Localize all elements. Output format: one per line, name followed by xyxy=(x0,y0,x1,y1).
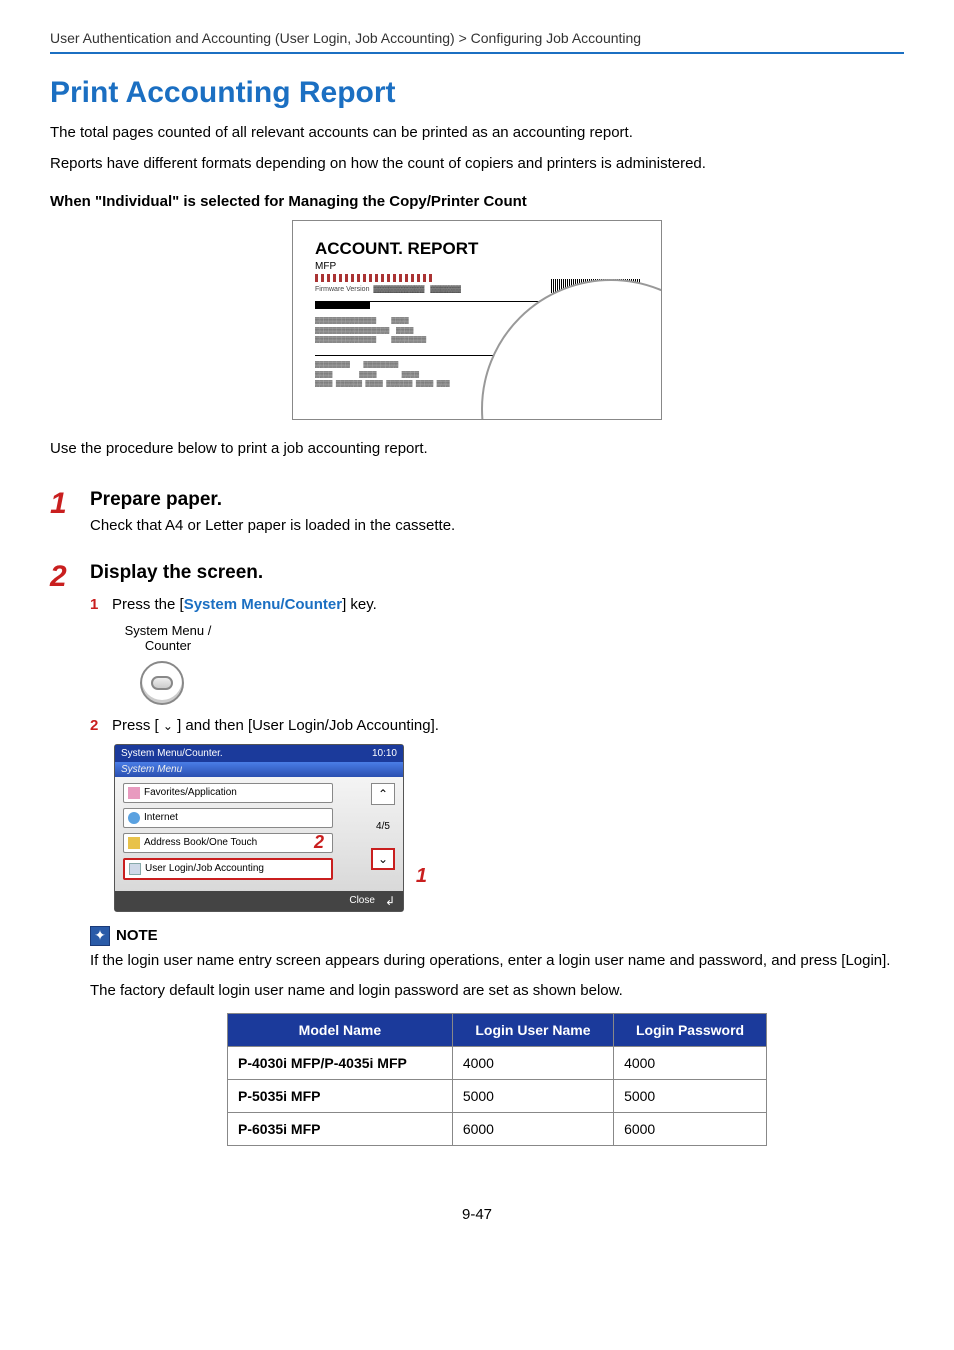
callout-1: 1 xyxy=(416,865,427,888)
step-1: 1 Prepare paper. Check that A4 or Letter… xyxy=(50,489,904,534)
menu-item-label: Internet xyxy=(144,812,178,823)
col-login-user: Login User Name xyxy=(452,1013,613,1046)
note-text-1: If the login user name entry screen appe… xyxy=(90,950,904,973)
menu-item-address-book[interactable]: Address Book/One Touch 2 xyxy=(123,833,333,853)
note-icon: ✦ xyxy=(90,926,110,946)
table-row: P-5035i MFP 5000 5000 xyxy=(228,1079,767,1112)
condition-subhead: When "Individual" is selected for Managi… xyxy=(50,193,904,210)
user-login-icon xyxy=(129,863,141,875)
screen-header: System Menu/Counter. 10:10 xyxy=(115,745,403,762)
cell-model: P-5035i MFP xyxy=(228,1079,453,1112)
intro-text-2: Reports have different formats depending… xyxy=(50,153,904,176)
step-2: 2 Display the screen. 1 Press the [Syste… xyxy=(50,562,904,1146)
screen-header-title: System Menu/Counter. xyxy=(121,748,223,759)
system-menu-key-label: System Menu / Counter xyxy=(118,623,218,653)
note-label: NOTE xyxy=(116,927,158,944)
report-sample-title: ACCOUNT. REPORT xyxy=(315,239,639,259)
cell-pass: 4000 xyxy=(614,1046,767,1079)
menu-item-label: User Login/Job Accounting xyxy=(145,863,264,874)
menu-item-favorites[interactable]: Favorites/Application xyxy=(123,783,333,803)
system-menu-key-icon xyxy=(140,661,184,705)
scroll-down-button[interactable]: ⌄ xyxy=(371,848,395,870)
step-1-number: 1 xyxy=(50,489,90,534)
cell-user: 4000 xyxy=(452,1046,613,1079)
page-number: 9-47 xyxy=(50,1206,904,1223)
scroll-controls: ⌃ 4/5 ⌄ xyxy=(371,783,395,870)
step-1-body: Check that A4 or Letter paper is loaded … xyxy=(90,517,904,534)
internet-icon xyxy=(128,812,140,824)
table-row: P-4030i MFP/P-4035i MFP 4000 4000 xyxy=(228,1046,767,1079)
enter-icon: ↲ xyxy=(385,894,395,908)
login-credentials-table: Model Name Login User Name Login Passwor… xyxy=(227,1013,767,1146)
substep-2-1-text: Press the [System Menu/Counter] key. xyxy=(112,596,377,613)
screen-body: Favorites/Application Internet Address B… xyxy=(115,777,403,891)
use-procedure-text: Use the procedure below to print a job a… xyxy=(50,438,904,461)
substep-2-2: 2 Press [ ⌄ ] and then [User Login/Job A… xyxy=(90,717,904,734)
report-sample-illustration: ACCOUNT. REPORT MFP Firmware Version ▓▓▓… xyxy=(292,220,662,420)
step-2-number: 2 xyxy=(50,562,90,1146)
col-model-name: Model Name xyxy=(228,1013,453,1046)
substep-2-1-number: 1 xyxy=(90,596,112,613)
menu-item-label: Favorites/Application xyxy=(144,787,237,798)
callout-2: 2 xyxy=(314,832,324,853)
cell-pass: 6000 xyxy=(614,1112,767,1145)
cell-model: P-6035i MFP xyxy=(228,1112,453,1145)
menu-item-user-login[interactable]: User Login/Job Accounting xyxy=(123,858,333,880)
key-button-icon xyxy=(151,676,173,690)
cell-user: 5000 xyxy=(452,1079,613,1112)
cell-pass: 5000 xyxy=(614,1079,767,1112)
intro-text-1: The total pages counted of all relevant … xyxy=(50,122,904,145)
substep-2-2-text: Press [ ⌄ ] and then [User Login/Job Acc… xyxy=(112,717,439,734)
favorites-icon xyxy=(128,787,140,799)
address-book-icon xyxy=(128,837,140,849)
menu-item-internet[interactable]: Internet xyxy=(123,808,333,828)
scroll-up-button[interactable]: ⌃ xyxy=(371,783,395,805)
screen-footer: Close ↲ xyxy=(115,891,403,911)
cell-model: P-4030i MFP/P-4035i MFP xyxy=(228,1046,453,1079)
cell-user: 6000 xyxy=(452,1112,613,1145)
breadcrumb: User Authentication and Accounting (User… xyxy=(50,30,904,46)
note-block: ✦ NOTE If the login user name entry scre… xyxy=(90,926,904,1146)
system-menu-key-ref: System Menu/Counter xyxy=(184,596,342,613)
close-button[interactable]: Close xyxy=(349,895,375,906)
step-1-title: Prepare paper. xyxy=(90,489,904,511)
table-row: P-6035i MFP 6000 6000 xyxy=(228,1112,767,1145)
chevron-down-icon: ⌄ xyxy=(378,852,388,866)
screen-header-time: 10:10 xyxy=(372,748,397,759)
step-2-title: Display the screen. xyxy=(90,562,904,584)
report-sample-sub: MFP xyxy=(315,261,639,272)
substep-2-2-number: 2 xyxy=(90,717,112,734)
chevron-up-icon: ⌃ xyxy=(378,787,388,801)
page-indicator: 4/5 xyxy=(376,821,390,832)
page-title: Print Accounting Report xyxy=(50,76,904,110)
header-rule xyxy=(50,52,904,54)
report-sample-stripes xyxy=(315,274,435,282)
menu-item-label: Address Book/One Touch xyxy=(144,837,257,848)
note-text-2: The factory default login user name and … xyxy=(90,980,904,1003)
substep-2-1: 1 Press the [System Menu/Counter] key. xyxy=(90,596,904,613)
chevron-down-icon: ⌄ xyxy=(163,719,173,733)
col-login-pass: Login Password xyxy=(614,1013,767,1046)
screen-subheader: System Menu xyxy=(115,762,403,777)
touch-screen-illustration: System Menu/Counter. 10:10 System Menu F… xyxy=(114,744,404,912)
